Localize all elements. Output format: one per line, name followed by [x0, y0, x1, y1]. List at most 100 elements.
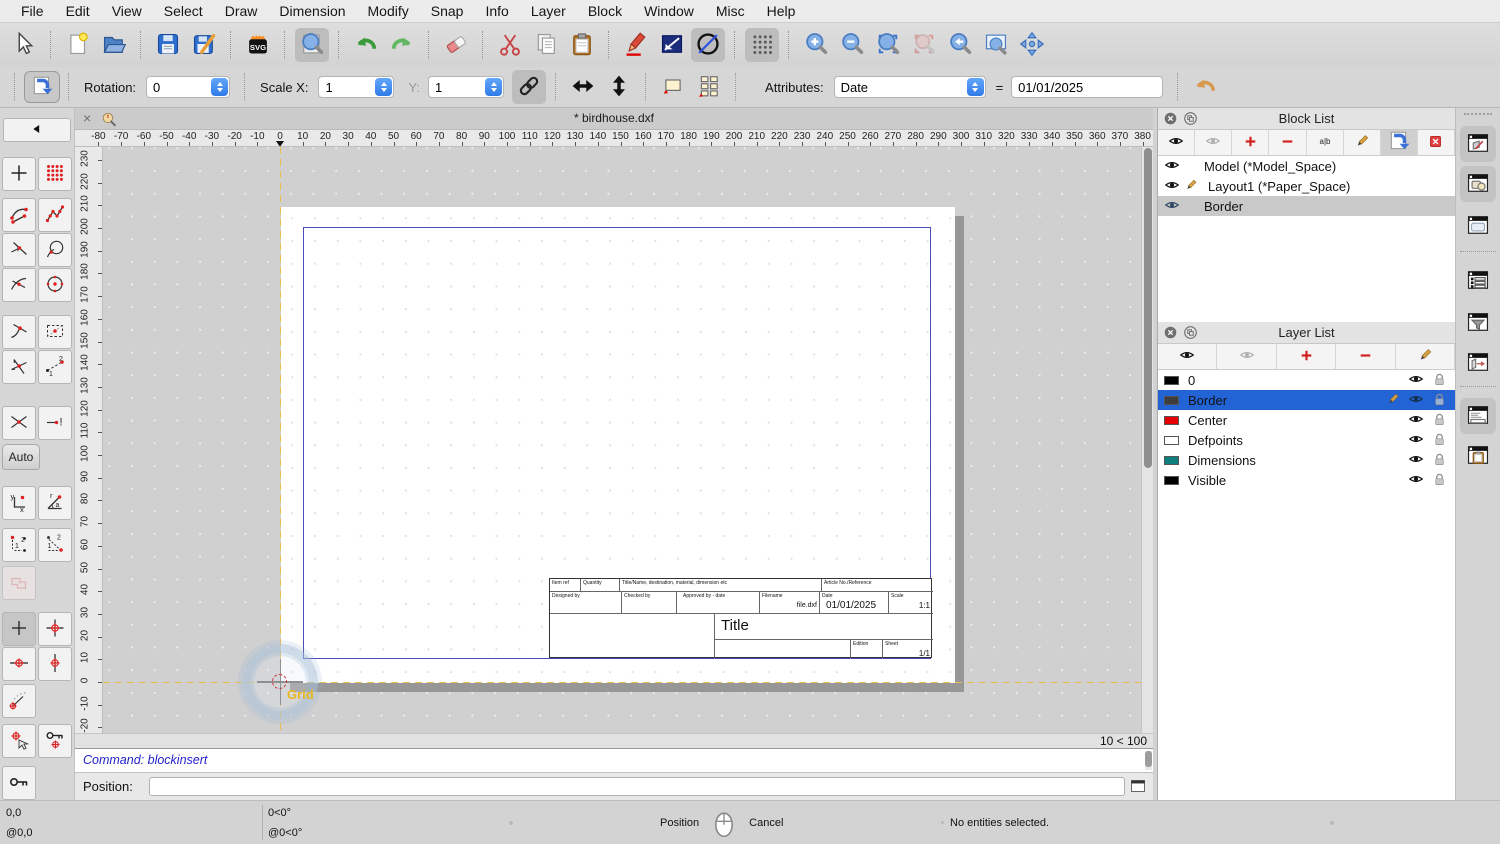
open-file-button[interactable]: [97, 28, 131, 62]
dock-layer-list-button[interactable]: [1460, 166, 1496, 202]
stepper-icon[interactable]: [375, 78, 393, 96]
dropdown-stepper-icon[interactable]: [966, 78, 984, 96]
layer-remove-layer-button[interactable]: [1336, 344, 1396, 369]
snap-on-circle-button[interactable]: [38, 233, 72, 267]
stepper-icon[interactable]: [485, 78, 503, 96]
snap-on-entity-button[interactable]: [38, 198, 72, 232]
command-line[interactable]: Command: blockinsert: [75, 748, 1153, 772]
layer-lock-icon[interactable]: [1432, 412, 1447, 430]
line-tool-button[interactable]: [655, 28, 689, 62]
snap-perpendicular-button[interactable]: [2, 233, 36, 267]
snap-restrict-button[interactable]: !: [38, 406, 72, 440]
restrict-vertical-button[interactable]: [38, 647, 72, 681]
menu-help[interactable]: Help: [756, 3, 807, 19]
reset-attribute-button[interactable]: [1188, 70, 1222, 104]
restrict-nothing-button[interactable]: [2, 612, 36, 646]
zoom-window-button[interactable]: [979, 28, 1013, 62]
dock-command-line-button[interactable]: [1460, 398, 1496, 434]
insert-block-button[interactable]: [24, 71, 60, 103]
key-lock-button[interactable]: [2, 766, 36, 800]
layer-visibility-icon[interactable]: [1408, 431, 1424, 450]
zoom-out-button[interactable]: [835, 28, 869, 62]
snap-center-button[interactable]: [38, 268, 72, 302]
set-relative-zero-button[interactable]: [2, 724, 36, 758]
new-file-button[interactable]: [61, 28, 95, 62]
flip-horizontal-button[interactable]: [566, 70, 600, 104]
scale-x-input[interactable]: [319, 76, 375, 98]
rel-cartesian-button[interactable]: 12: [2, 528, 36, 562]
draw-pencil-button[interactable]: [619, 28, 653, 62]
attribute-select[interactable]: [833, 76, 986, 98]
save-file-as-button[interactable]: [187, 28, 221, 62]
block-rename-block-button[interactable]: a|b: [1306, 130, 1344, 155]
scale-x-spinbox[interactable]: [318, 76, 395, 98]
block-row-border[interactable]: Border: [1158, 196, 1455, 216]
menu-edit[interactable]: Edit: [55, 3, 101, 19]
layer-lock-icon[interactable]: [1432, 432, 1447, 450]
cut-button[interactable]: [493, 28, 527, 62]
dock-section-view-button[interactable]: [1460, 345, 1496, 381]
zoom-selection-button[interactable]: [907, 28, 941, 62]
layer-row-defpoints[interactable]: Defpoints: [1158, 430, 1455, 450]
coord-cartesian-button[interactable]: yx: [2, 486, 36, 520]
layer-visibility-icon[interactable]: [1408, 411, 1424, 430]
layer-visibility-icon[interactable]: [1408, 371, 1424, 390]
drawing-viewport[interactable]: Item ref Quantity Title/Name, destinatio…: [103, 147, 1141, 733]
scale-y-spinbox[interactable]: [428, 76, 505, 98]
layer-show-all-button[interactable]: [1158, 344, 1218, 369]
dock-block-list-button[interactable]: [1460, 126, 1496, 162]
redo-button[interactable]: [385, 28, 419, 62]
restrict-off-button[interactable]: [2, 566, 36, 600]
layer-hide-all-button[interactable]: [1217, 344, 1277, 369]
vertical-scrollbar-thumb[interactable]: [1144, 148, 1152, 468]
snap-grid-button[interactable]: [38, 157, 72, 191]
back-arrow-button[interactable]: [3, 118, 71, 142]
save-file-button[interactable]: [151, 28, 185, 62]
snap-tangent-button[interactable]: [2, 268, 36, 302]
visibility-eye-icon[interactable]: [1164, 177, 1180, 196]
menu-misc[interactable]: Misc: [705, 3, 756, 19]
menu-file[interactable]: File: [10, 3, 55, 19]
coord-polar-button[interactable]: ra: [38, 486, 72, 520]
layer-row-visible[interactable]: Visible: [1158, 470, 1455, 490]
lock-relative-zero-button[interactable]: [38, 724, 72, 758]
layer-row-0[interactable]: 0: [1158, 370, 1455, 390]
attribute-value-input[interactable]: [1011, 76, 1164, 98]
restrict-horizontal-button[interactable]: [2, 647, 36, 681]
copy-button[interactable]: [529, 28, 563, 62]
snap-reference-button[interactable]: [38, 315, 72, 349]
block-hide-all-button[interactable]: [1195, 130, 1233, 155]
menu-select[interactable]: Select: [153, 3, 214, 19]
menu-layer[interactable]: Layer: [520, 3, 577, 19]
rel-polar-button[interactable]: 12: [38, 528, 72, 562]
undo-button[interactable]: [349, 28, 383, 62]
print-preview-button[interactable]: [295, 28, 329, 62]
command-scrollbar[interactable]: [1145, 751, 1152, 770]
stepper-icon[interactable]: [211, 78, 229, 96]
menu-draw[interactable]: Draw: [214, 3, 269, 19]
layer-lock-icon[interactable]: [1432, 452, 1447, 470]
visibility-eye-icon[interactable]: [1164, 157, 1180, 176]
scale-y-input[interactable]: [429, 76, 485, 98]
ellipse-tool-button[interactable]: [691, 28, 725, 62]
snap-middle-button[interactable]: [2, 315, 36, 349]
layer-lock-icon[interactable]: [1432, 372, 1447, 390]
link-scales-button[interactable]: [512, 70, 547, 104]
position-input[interactable]: [149, 777, 1125, 796]
snap-distance-button[interactable]: 12: [38, 350, 72, 384]
layer-lock-icon[interactable]: [1432, 472, 1447, 490]
dock-clipboard-button[interactable]: [1460, 438, 1496, 474]
block-row-layout1-paper-space-[interactable]: Layout1 (*Paper_Space): [1158, 176, 1455, 196]
zoom-previous-button[interactable]: [943, 28, 977, 62]
menu-snap[interactable]: Snap: [420, 3, 475, 19]
layer-lock-icon[interactable]: [1432, 392, 1447, 410]
zoom-pan-button[interactable]: [1015, 28, 1049, 62]
layer-visibility-icon[interactable]: [1408, 471, 1424, 490]
export-svg-button[interactable]: SVG: [241, 28, 275, 62]
paste-button[interactable]: [565, 28, 599, 62]
zoom-auto-button[interactable]: [871, 28, 905, 62]
menu-window[interactable]: Window: [633, 3, 705, 19]
rotation-spinbox[interactable]: [146, 76, 231, 98]
block-remove-block-button[interactable]: [1269, 130, 1307, 155]
layer-add-layer-button[interactable]: [1276, 344, 1337, 369]
